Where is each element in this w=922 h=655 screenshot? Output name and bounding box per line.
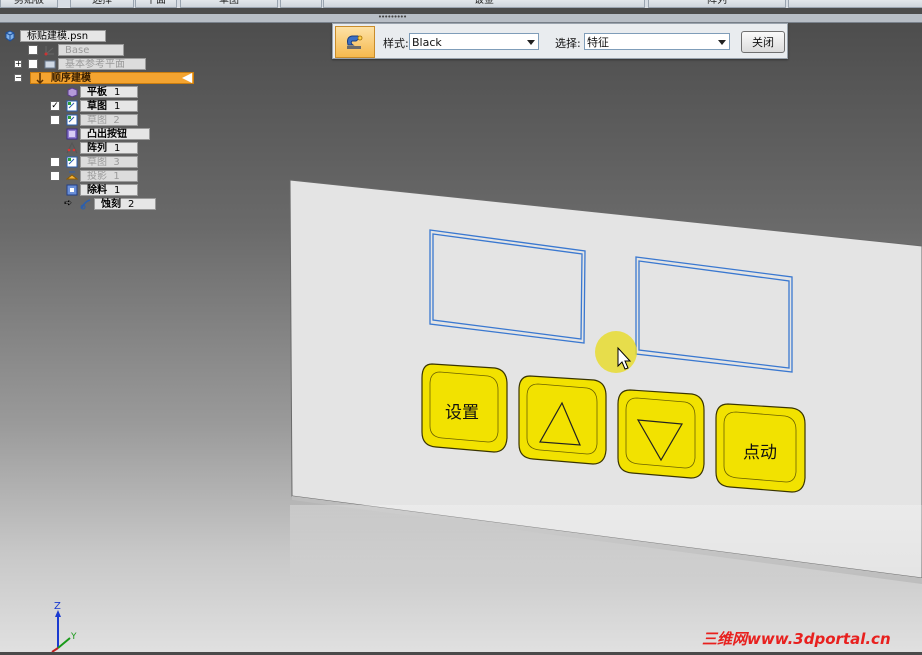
keypad-button-set[interactable]: 设置	[421, 363, 508, 453]
y-axis-label: Y	[70, 632, 77, 642]
keypad-button-jog[interactable]: 点动	[715, 403, 806, 493]
keypad-button-down[interactable]	[617, 389, 705, 479]
panel-reflection	[290, 505, 922, 585]
button-label: 点动	[743, 443, 777, 463]
coordinate-triad: Z Y	[44, 598, 88, 653]
button-label: 设置	[445, 403, 479, 423]
z-axis-label: Z	[54, 601, 61, 612]
keypad-button-up[interactable]	[518, 375, 607, 465]
watermark: 三维网www.3dportal.cn	[702, 630, 891, 648]
cursor-highlight	[595, 331, 637, 373]
